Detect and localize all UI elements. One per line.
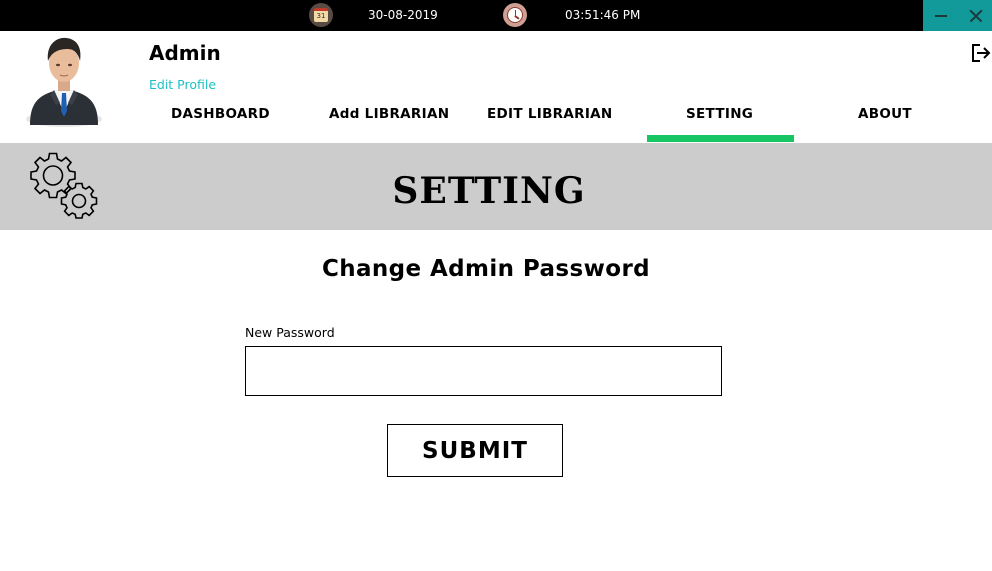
current-date: 30-08-2019 (368, 8, 438, 22)
admin-name: Admin (149, 41, 221, 65)
nav-setting[interactable]: SETTING (686, 106, 753, 122)
active-tab-indicator (647, 135, 794, 142)
nav-dashboard[interactable]: DASHBOARD (171, 106, 270, 122)
top-status-bar: 31 30-08-2019 03:51:46 PM (0, 0, 992, 31)
nav-add-librarian[interactable]: Add LIBRARIAN (329, 106, 449, 122)
window-controls (923, 0, 992, 31)
current-time: 03:51:46 PM (565, 8, 641, 22)
calendar-day: 31 (314, 8, 328, 22)
admin-avatar-icon (26, 37, 102, 127)
nav-edit-librarian[interactable]: EDIT LIBRARIAN (487, 106, 612, 122)
nav-about[interactable]: ABOUT (858, 106, 912, 122)
form-title: Change Admin Password (321, 256, 651, 282)
submit-button[interactable]: SUBMIT (387, 424, 563, 477)
new-password-label: New Password (245, 325, 335, 340)
calendar-icon: 31 (309, 3, 333, 27)
new-password-input[interactable] (245, 346, 722, 396)
close-button[interactable] (958, 0, 992, 31)
logout-icon[interactable] (971, 42, 991, 64)
minimize-button[interactable] (923, 0, 957, 31)
clock-icon (503, 3, 527, 27)
edit-profile-link[interactable]: Edit Profile (149, 77, 216, 92)
page-title: SETTING (392, 170, 586, 212)
